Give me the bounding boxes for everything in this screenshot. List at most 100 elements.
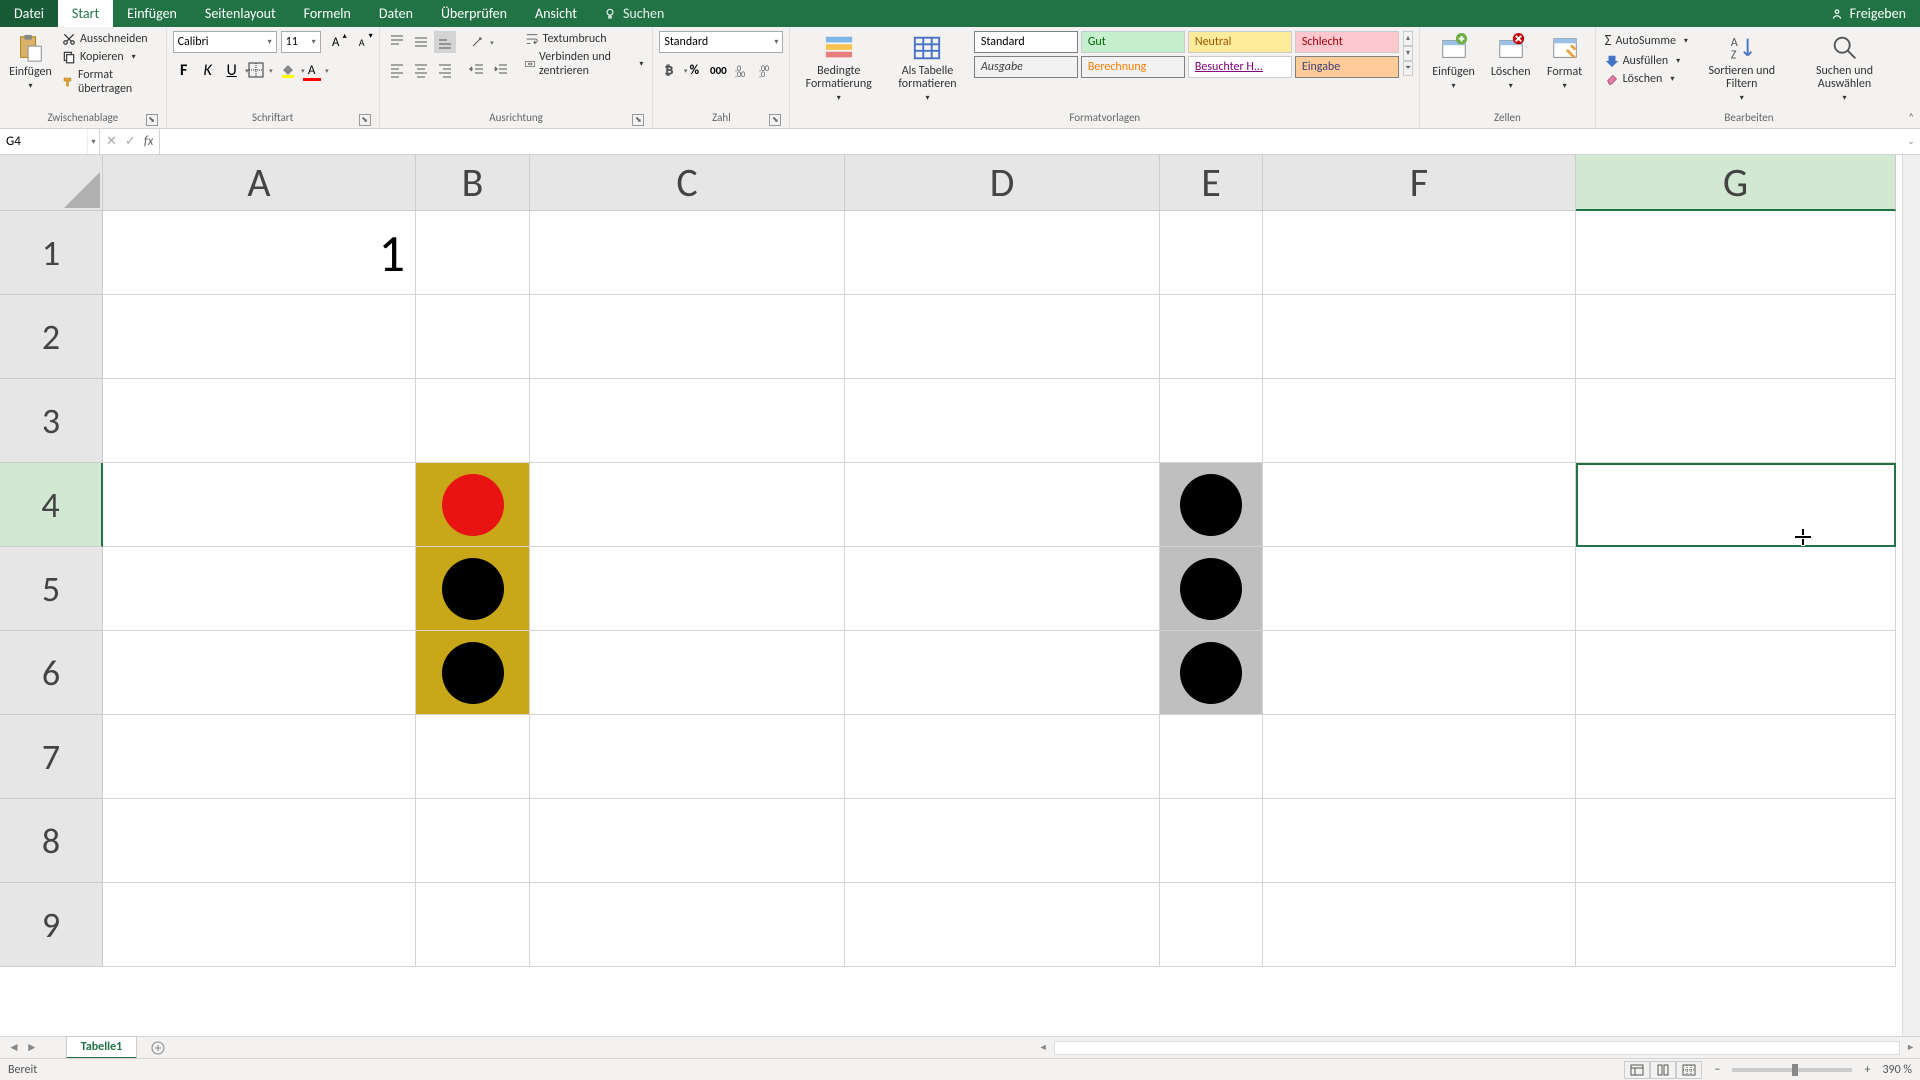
- fill-button[interactable]: Ausfüllen▾: [1602, 53, 1691, 69]
- cell-F2[interactable]: [1263, 295, 1576, 379]
- column-header-A[interactable]: A: [103, 155, 416, 211]
- shrink-font-button[interactable]: A▾: [351, 31, 373, 53]
- cell-E9[interactable]: [1160, 883, 1263, 967]
- cell-style-gut[interactable]: Gut: [1081, 31, 1185, 53]
- view-page-layout-button[interactable]: [1650, 1061, 1676, 1079]
- sheet-tab-tabelle1[interactable]: Tabelle1: [66, 1036, 137, 1059]
- tab-einfuegen[interactable]: Einfügen: [113, 0, 191, 27]
- row-header-4[interactable]: 4: [0, 463, 103, 547]
- view-normal-button[interactable]: [1624, 1061, 1650, 1079]
- fill-color-button[interactable]: ▾: [277, 59, 299, 81]
- conditional-formatting-button[interactable]: Bedingte Formatierung▾: [796, 31, 881, 105]
- share-button[interactable]: Freigeben: [1816, 0, 1920, 27]
- insert-function-button[interactable]: fx: [144, 134, 154, 149]
- orientation-button[interactable]: ▾: [466, 31, 488, 53]
- zoom-in-button[interactable]: +: [1864, 1063, 1870, 1077]
- gallery-more-button[interactable]: ⏷: [1403, 61, 1413, 76]
- insert-cells-button[interactable]: Einfügen▾: [1426, 31, 1481, 93]
- cell-E7[interactable]: [1160, 715, 1263, 799]
- cell-C4[interactable]: [530, 463, 845, 547]
- row-header-9[interactable]: 9: [0, 883, 103, 967]
- confirm-formula-button[interactable]: ✓: [125, 134, 136, 149]
- cell-G4[interactable]: [1576, 463, 1896, 547]
- align-center-button[interactable]: [410, 59, 432, 81]
- cell-G9[interactable]: [1576, 883, 1896, 967]
- gallery-up-button[interactable]: ▴: [1403, 31, 1413, 46]
- cell-C6[interactable]: [530, 631, 845, 715]
- wrap-text-button[interactable]: Textumbruch: [522, 31, 647, 47]
- increase-indent-button[interactable]: [490, 59, 512, 81]
- name-box[interactable]: ▾: [0, 129, 100, 154]
- find-select-button[interactable]: Suchen und Auswählen▾: [1793, 31, 1897, 105]
- cell-B4[interactable]: [416, 463, 530, 547]
- decrease-decimal-button[interactable]: ,00,0: [755, 59, 777, 81]
- select-all-corner[interactable]: [0, 155, 103, 211]
- cell-C1[interactable]: [530, 211, 845, 295]
- cell-A4[interactable]: [103, 463, 416, 547]
- cell-B5[interactable]: [416, 547, 530, 631]
- autosum-button[interactable]: ΣAutoSumme▾: [1602, 31, 1691, 51]
- cell-A3[interactable]: [103, 379, 416, 463]
- row-header-8[interactable]: 8: [0, 799, 103, 883]
- cell-style-standard[interactable]: Standard: [974, 31, 1078, 53]
- cut-button[interactable]: Ausschneiden: [59, 31, 160, 47]
- alignment-launcher[interactable]: ⬊: [632, 114, 644, 126]
- clipboard-launcher[interactable]: ⬊: [146, 114, 158, 126]
- tab-formeln[interactable]: Formeln: [290, 0, 365, 27]
- cell-E6[interactable]: [1160, 631, 1263, 715]
- bold-button[interactable]: F: [173, 59, 195, 81]
- cell-style-neutral[interactable]: Neutral: [1188, 31, 1292, 53]
- cell-D4[interactable]: [845, 463, 1160, 547]
- vertical-scrollbar[interactable]: [1902, 155, 1920, 1036]
- column-header-D[interactable]: D: [845, 155, 1160, 211]
- cell-G6[interactable]: [1576, 631, 1896, 715]
- tab-datei[interactable]: Datei: [0, 0, 58, 27]
- cancel-formula-button[interactable]: ✕: [106, 134, 117, 149]
- column-header-B[interactable]: B: [416, 155, 530, 211]
- cell-B3[interactable]: [416, 379, 530, 463]
- gallery-down-button[interactable]: ▾: [1403, 46, 1413, 61]
- format-cells-button[interactable]: Format▾: [1541, 31, 1589, 93]
- cell-G8[interactable]: [1576, 799, 1896, 883]
- thousands-button[interactable]: 000: [707, 59, 729, 81]
- cell-A6[interactable]: [103, 631, 416, 715]
- cell-F3[interactable]: [1263, 379, 1576, 463]
- cell-B2[interactable]: [416, 295, 530, 379]
- cell-A1[interactable]: 1: [103, 211, 416, 295]
- cell-E3[interactable]: [1160, 379, 1263, 463]
- cell-style-besuchterh[interactable]: Besuchter H...: [1188, 56, 1292, 78]
- font-launcher[interactable]: ⬊: [359, 114, 371, 126]
- cell-B7[interactable]: [416, 715, 530, 799]
- cell-E8[interactable]: [1160, 799, 1263, 883]
- tab-seitenlayout[interactable]: Seitenlayout: [191, 0, 290, 27]
- format-as-table-button[interactable]: Als Tabelle formatieren▾: [885, 31, 970, 105]
- column-header-G[interactable]: G: [1576, 155, 1896, 211]
- row-header-2[interactable]: 2: [0, 295, 103, 379]
- format-painter-button[interactable]: Format übertragen: [59, 67, 160, 97]
- clear-button[interactable]: Löschen▾: [1602, 71, 1691, 87]
- cell-F6[interactable]: [1263, 631, 1576, 715]
- cell-E1[interactable]: [1160, 211, 1263, 295]
- cell-A7[interactable]: [103, 715, 416, 799]
- align-top-button[interactable]: [386, 31, 408, 53]
- tab-ueberpruefen[interactable]: Überprüfen: [427, 0, 521, 27]
- number-launcher[interactable]: ⬊: [769, 114, 781, 126]
- cell-A5[interactable]: [103, 547, 416, 631]
- italic-button[interactable]: K: [197, 59, 219, 81]
- cell-D2[interactable]: [845, 295, 1160, 379]
- align-right-button[interactable]: [434, 59, 456, 81]
- cell-C2[interactable]: [530, 295, 845, 379]
- zoom-out-button[interactable]: −: [1714, 1063, 1720, 1077]
- cell-B6[interactable]: [416, 631, 530, 715]
- cell-E4[interactable]: [1160, 463, 1263, 547]
- name-box-input[interactable]: [0, 134, 87, 149]
- cell-style-eingabe[interactable]: Eingabe: [1295, 56, 1399, 78]
- zoom-slider[interactable]: [1732, 1068, 1852, 1072]
- worksheet-grid[interactable]: ABCDEFG1123456789: [0, 155, 1920, 1036]
- view-page-break-button[interactable]: [1676, 1061, 1702, 1079]
- grow-font-button[interactable]: A▴: [325, 31, 347, 53]
- delete-cells-button[interactable]: Löschen▾: [1485, 31, 1537, 93]
- cell-G2[interactable]: [1576, 295, 1896, 379]
- cell-D1[interactable]: [845, 211, 1160, 295]
- sort-filter-button[interactable]: AZSortieren und Filtern▾: [1695, 31, 1789, 105]
